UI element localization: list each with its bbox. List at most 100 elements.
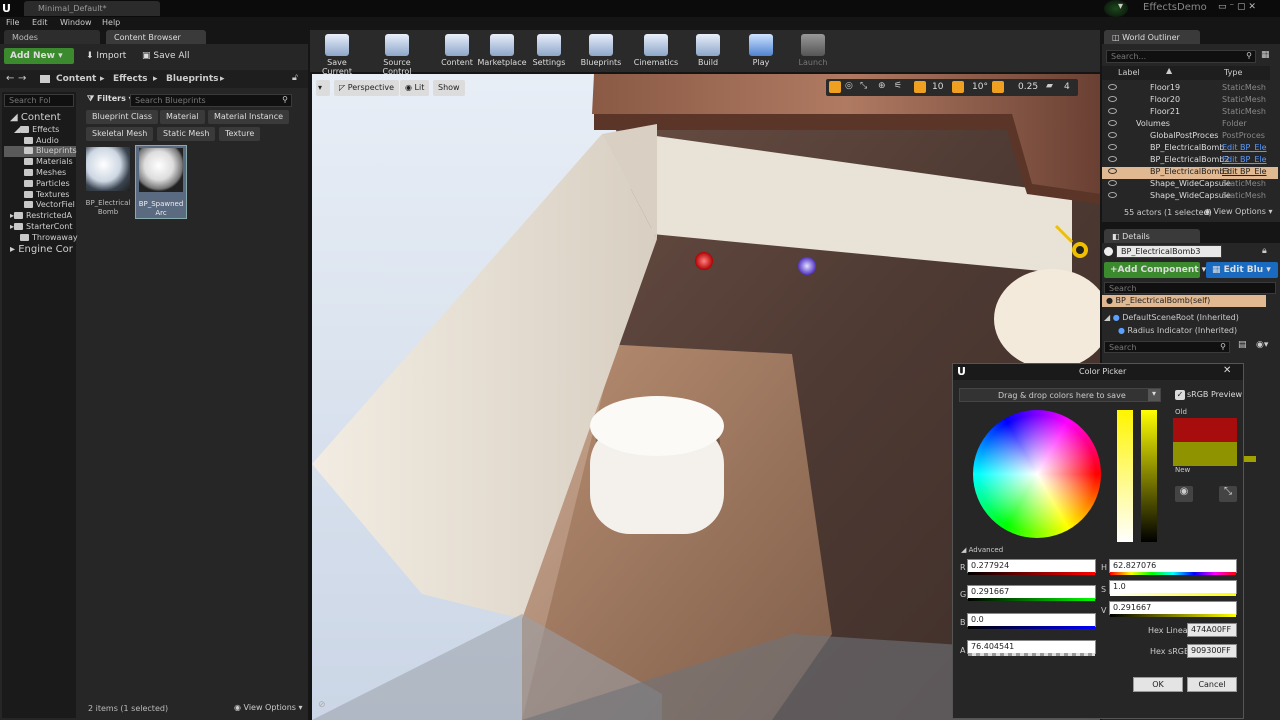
source-control-button[interactable]: Source Control xyxy=(368,32,426,76)
menu-file[interactable]: File xyxy=(6,18,19,27)
lit-button[interactable]: ◉ Lit xyxy=(400,80,430,96)
build-button[interactable]: Build xyxy=(683,32,733,68)
g-field[interactable]: 0.291667 xyxy=(967,585,1096,601)
eye-icon[interactable] xyxy=(1108,120,1117,126)
edit-blueprint-button[interactable]: ▦ Edit Blu ▾ xyxy=(1206,262,1278,278)
outliner-settings-icon[interactable]: ▦ xyxy=(1261,50,1270,60)
old-color-swatch[interactable] xyxy=(1173,418,1237,442)
tree-item-startercontent[interactable]: ▸ StarterCont xyxy=(10,222,72,231)
cancel-button[interactable]: Cancel xyxy=(1187,677,1237,692)
search-blueprints-input[interactable]: Search Blueprints ⚲ xyxy=(130,94,292,107)
actor-name-field[interactable]: BP_ElectricalBomb3 xyxy=(1116,245,1222,258)
filter-chip-skeletal-mesh[interactable]: Skeletal Mesh xyxy=(86,127,154,141)
hex-srgb-field[interactable]: 909300FF xyxy=(1187,644,1237,658)
tree-item-particles[interactable]: Particles xyxy=(24,179,70,188)
tree-item-blueprints[interactable]: Blueprints xyxy=(4,146,77,157)
color-wheel[interactable] xyxy=(973,410,1101,538)
filter-chip-material-instance[interactable]: Material Instance xyxy=(208,110,290,124)
menu-window[interactable]: Window xyxy=(60,18,92,27)
s-field[interactable]: 1.0 xyxy=(1109,580,1237,596)
eye-icon[interactable] xyxy=(1108,96,1117,102)
component-self[interactable]: ● BP_ElectricalBomb(self) xyxy=(1102,295,1266,307)
tree-item-throwaway[interactable]: Throwaway xyxy=(20,233,78,242)
window-controls-icon[interactable]: ▭ ⁻ ▢ ✕ xyxy=(1218,2,1256,12)
tab-details[interactable]: ◧ Details xyxy=(1104,229,1200,243)
lock-icon[interactable]: 🔒︎ xyxy=(1262,246,1267,256)
outliner-row-selected[interactable]: BP_ElectricalBomb3 Edit BP_Ele xyxy=(1102,167,1278,179)
launch-button[interactable]: Launch xyxy=(788,32,838,68)
scale-snap-value[interactable]: 0.25 xyxy=(1018,82,1038,92)
col-label[interactable]: Label xyxy=(1118,68,1140,77)
camera-speed-icon[interactable]: ▰ xyxy=(1046,81,1053,91)
import-button[interactable]: ⬇ Import xyxy=(80,48,132,64)
eye-icon[interactable] xyxy=(1108,168,1117,174)
ok-button[interactable]: OK xyxy=(1133,677,1183,692)
outliner-row[interactable]: GlobalPostProces PostProces xyxy=(1102,131,1278,143)
cinematics-button[interactable]: Cinematics xyxy=(631,32,681,68)
filters-button[interactable]: ⧩ Filters ▾ xyxy=(84,93,136,107)
chevron-down-icon[interactable]: ▾ xyxy=(1148,389,1160,401)
tab-content-browser[interactable]: Content Browser xyxy=(106,30,206,44)
a-field[interactable]: 76.404541 xyxy=(967,640,1096,656)
row-type[interactable]: Edit BP_Ele xyxy=(1222,143,1267,152)
filter-chip-blueprint-class[interactable]: Blueprint Class xyxy=(86,110,159,124)
tree-item-materials[interactable]: Materials xyxy=(24,157,73,166)
eye-icon[interactable] xyxy=(1108,180,1117,186)
scale-snap-icon[interactable] xyxy=(992,81,1004,93)
search-folders-input[interactable]: Search Fol xyxy=(4,94,74,107)
eye-icon[interactable] xyxy=(1108,108,1117,114)
filter-chip-static-mesh[interactable]: Static Mesh xyxy=(157,127,216,141)
breadcrumb-content[interactable]: Content xyxy=(56,74,96,84)
add-component-button[interactable]: +Add Component ▾ xyxy=(1104,262,1206,278)
tree-item-engine[interactable]: ▸ Engine Cor xyxy=(10,244,73,255)
tree-item-meshes[interactable]: Meshes xyxy=(24,168,66,177)
viewport-menu-button[interactable]: ▾ xyxy=(316,80,330,96)
lock-icon[interactable]: 🔓︎ xyxy=(292,73,298,83)
component-radius-indicator[interactable]: ● Radius Indicator (Inherited) xyxy=(1118,326,1237,335)
save-all-button[interactable]: ▣ Save All xyxy=(136,48,196,64)
settings-button[interactable]: Settings xyxy=(524,32,574,68)
outliner-row[interactable]: Floor21 StaticMesh xyxy=(1102,107,1278,119)
eye-icon[interactable] xyxy=(1108,132,1117,138)
rotation-snap-icon[interactable] xyxy=(952,81,964,93)
r-field[interactable]: 0.277924 xyxy=(967,559,1096,575)
outliner-row[interactable]: Shape_WideCapsule StaticMesh xyxy=(1102,179,1278,191)
tree-item-restricted[interactable]: ▸ RestrictedA xyxy=(10,211,72,220)
tree-item-effects[interactable]: ◢ Effects xyxy=(14,125,59,134)
outliner-row[interactable]: Floor20 StaticMesh xyxy=(1102,95,1278,107)
eye-icon[interactable]: ◉▾ xyxy=(1256,340,1268,350)
level-tab[interactable]: Minimal_Default* xyxy=(24,1,160,16)
eyedropper-icon[interactable]: ⤡ xyxy=(1219,486,1237,502)
show-button[interactable]: Show xyxy=(433,80,465,96)
tree-item-vectorfields[interactable]: VectorFiel xyxy=(24,200,75,209)
tab-modes[interactable]: Modes xyxy=(4,30,100,44)
advanced-toggle[interactable]: ◢ Advanced xyxy=(961,546,1003,554)
color-theme-dropzone[interactable]: Drag & drop colors here to save ▾ xyxy=(959,388,1161,402)
component-default-root[interactable]: ◢ ● DefaultSceneRoot (Inherited) xyxy=(1104,313,1239,322)
eye-icon[interactable] xyxy=(1108,84,1117,90)
rotation-snap-value[interactable]: 10° xyxy=(972,82,988,92)
outliner-search-input[interactable]: Search... ⚲ xyxy=(1106,50,1256,63)
details-search-input[interactable]: Search ⚲ xyxy=(1104,341,1230,353)
surface-snap-icon[interactable]: ⚟ xyxy=(894,81,902,91)
col-type[interactable]: Type xyxy=(1224,68,1242,77)
filter-chip-texture[interactable]: Texture xyxy=(219,127,261,141)
back-arrow-icon[interactable]: ← xyxy=(6,73,14,84)
outliner-row[interactable]: BP_ElectricalBomb2 Edit BP_Ele xyxy=(1102,155,1278,167)
grid-snap-icon[interactable] xyxy=(914,81,926,93)
menu-help[interactable]: Help xyxy=(102,18,120,27)
outliner-row[interactable]: Floor19 StaticMesh xyxy=(1102,83,1278,95)
scale-icon[interactable]: ⤡ xyxy=(860,81,867,91)
translate-icon[interactable] xyxy=(829,81,841,93)
outliner-row[interactable]: Shape_WideCapsule StaticMesh xyxy=(1102,191,1278,203)
row-type[interactable]: Edit BP_Ele xyxy=(1222,155,1267,164)
content-button[interactable]: Content xyxy=(432,32,482,68)
saturation-slider[interactable] xyxy=(1117,410,1133,542)
h-field[interactable]: 62.827076 xyxy=(1109,559,1237,575)
hex-linear-field[interactable]: 474A00FF xyxy=(1187,623,1237,637)
camera-speed-value[interactable]: 4 xyxy=(1064,82,1070,92)
perspective-button[interactable]: ◸ Perspective xyxy=(334,80,400,96)
world-icon[interactable]: ⊕ xyxy=(878,81,886,91)
outliner-view-options[interactable]: ◉ View Options ▾ xyxy=(1204,207,1273,216)
forward-arrow-icon[interactable]: → xyxy=(18,73,26,84)
